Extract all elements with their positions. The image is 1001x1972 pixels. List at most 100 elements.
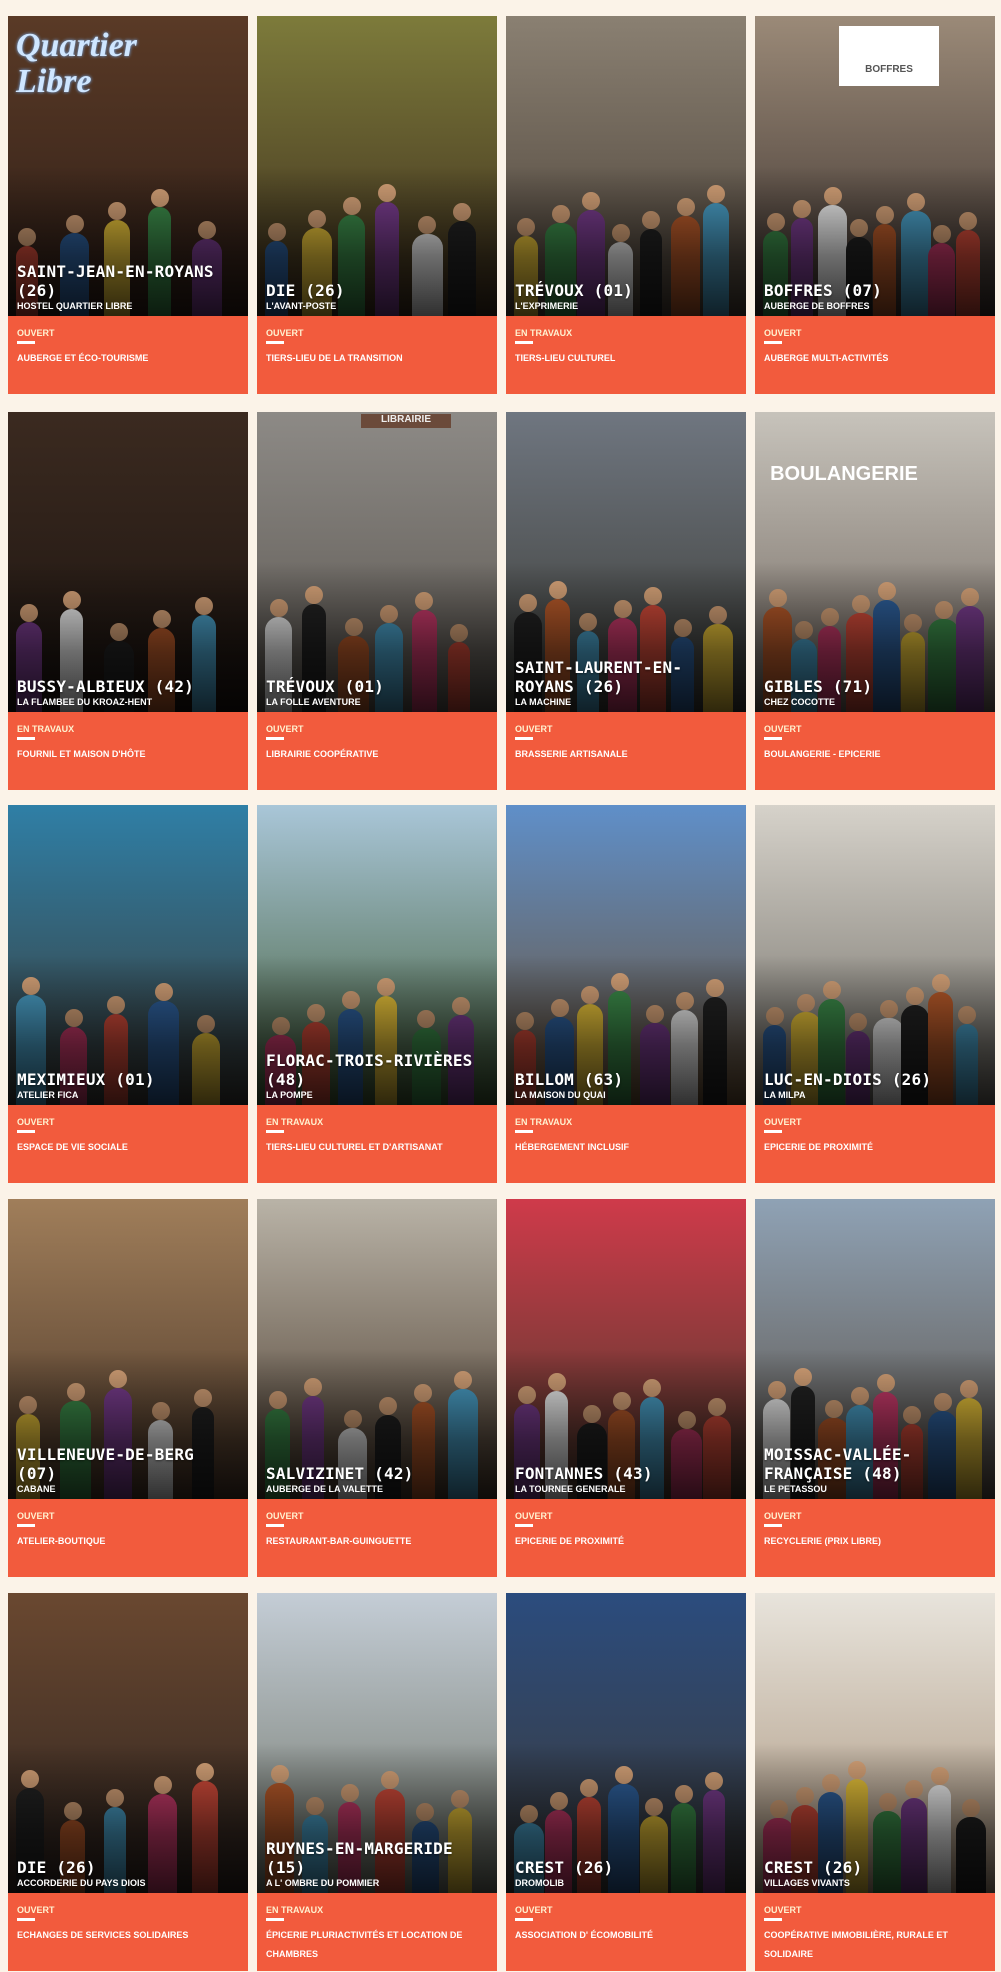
venue-name: LA TOURNEE GENERALE (515, 1484, 626, 1494)
category-label: ASSOCIATION D' ÉCOMOBILITÉ (515, 1930, 653, 1940)
place-name: RUYNES-EN-MARGERIDE (15) (266, 1839, 453, 1877)
status-underline (764, 1524, 782, 1527)
venue-name: CABANE (17, 1484, 56, 1494)
venue-name: LA MACHINE (515, 697, 572, 707)
status-underline (17, 737, 35, 740)
category-label: ÉPICERIE PLURIACTIVITÉS ET LOCATION DE C… (266, 1930, 463, 1959)
venue-name: AUBERGE DE BOFFRES (764, 301, 870, 311)
place-card[interactable]: CREST (26) DROMOLIB OUVERT ASSOCIATION D' É… (506, 1593, 746, 1971)
info-band: OUVERT COOPÉRATIVE IMMOBILIÈRE, RURALE ET… (755, 1893, 995, 1971)
info-band: EN TRAVAUX ÉPICERIE PLURIACTIVITÉS ET LOC… (257, 1893, 497, 1971)
venue-name: VILLAGES VIVANTS (764, 1878, 850, 1888)
status-underline (266, 737, 284, 740)
place-name: DIE (26) (266, 281, 345, 300)
venue-name: LE PETASSOU (764, 1484, 827, 1494)
venue-name: A L' OMBRE DU POMMIER (266, 1878, 380, 1888)
status-label: OUVERT (515, 724, 553, 734)
category-label: AUBERGE ET ÉCO-TOURISME (17, 353, 149, 363)
info-band: OUVERT ATELIER-BOUTIQUE (8, 1499, 248, 1577)
status-label: OUVERT (515, 1511, 553, 1521)
venue-name: LA MILPA (764, 1090, 806, 1100)
place-card[interactable]: TRÉVOUX (01) L'EXPRIMERIE EN TRAVAUX TIERS-… (506, 16, 746, 394)
status-underline (266, 341, 284, 344)
place-card[interactable]: MEXIMIEUX (01) ATELIER FICA OUVERT ESPACE D… (8, 805, 248, 1183)
place-name: LUC-EN-DIOIS (26) (764, 1070, 932, 1089)
category-label: AUBERGE MULTI-ACTIVITÉS (764, 353, 889, 363)
place-card[interactable]: Quartier Libre SAINT-JEAN-EN-ROYANS (26) H… (8, 16, 248, 394)
status-label: EN TRAVAUX (266, 1905, 324, 1915)
venue-name: ACCORDERIE DU PAYS DIOIS (17, 1878, 146, 1888)
status-underline (515, 341, 533, 344)
place-name: SALVIZINET (42) (266, 1464, 414, 1483)
category-label: RECYCLERIE (PRIX LIBRE) (764, 1536, 882, 1546)
place-card[interactable]: BILLOM (63) LA MAISON DU QUAI EN TRAVAUX HÉ… (506, 805, 746, 1183)
place-card[interactable]: DIE (26) ACCORDERIE DU PAYS DIOIS OUVERT EC… (8, 1593, 248, 1971)
place-photo: FONTANNES (43) LA TOURNEE GENERALE (506, 1199, 746, 1499)
place-card[interactable]: BOULANGERIE GIBLES (71) CHEZ COCOTTE OUVERT… (755, 412, 995, 790)
place-photo: SAINT-LAURENT-EN-ROYANS (26) LA MACHINE (506, 412, 746, 712)
place-name: CREST (26) (764, 1858, 863, 1877)
place-card[interactable]: SALVIZINET (42) AUBERGE DE LA VALETTE OUVE… (257, 1199, 497, 1577)
venue-name: LA POMPE (266, 1090, 313, 1100)
place-card[interactable]: CREST (26) VILLAGES VIVANTS OUVERT COOPÉRAT… (755, 1593, 995, 1971)
category-label: EPICERIE DE PROXIMITÉ (764, 1142, 874, 1152)
place-card[interactable]: RUYNES-EN-MARGERIDE (15) A L' OMBRE DU PO… (257, 1593, 497, 1971)
place-card[interactable]: MOISSAC-VALLÉE-FRANÇAISE (48) LE PETASSOU… (755, 1199, 995, 1577)
venue-name: L'AVANT-POSTE (266, 301, 337, 311)
place-card[interactable]: LIBRAIRIE TRÉVOUX (01) LA FOLLE AVENTURE OU… (257, 412, 497, 790)
status-underline (515, 737, 533, 740)
place-card[interactable]: BOFFRES BOFFRES (07) AUBERGE DE BOFFRES OUV… (755, 16, 995, 394)
status-underline (515, 1918, 533, 1921)
place-photo: BOFFRES BOFFRES (07) AUBERGE DE BOFFRES (755, 16, 995, 316)
venue-name: HOSTEL QUARTIER LIBRE (17, 301, 133, 311)
info-band: OUVERT BOULANGERIE - EPICERIE (755, 712, 995, 790)
place-card[interactable]: FLORAC-TROIS-RIVIÈRES (48) LA POMPE EN TRA… (257, 805, 497, 1183)
status-underline (515, 1130, 533, 1133)
category-label: ATELIER-BOUTIQUE (17, 1536, 106, 1546)
place-card[interactable]: FONTANNES (43) LA TOURNEE GENERALE OUVERT E… (506, 1199, 746, 1577)
place-photo: TRÉVOUX (01) L'EXPRIMERIE (506, 16, 746, 316)
venue-name: DROMOLIB (515, 1878, 564, 1888)
category-label: COOPÉRATIVE IMMOBILIÈRE, RURALE ET SOLID… (764, 1930, 948, 1959)
place-card[interactable]: LUC-EN-DIOIS (26) LA MILPA OUVERT EPICERIE … (755, 805, 995, 1183)
status-label: OUVERT (266, 328, 304, 338)
place-name: MEXIMIEUX (01) (17, 1070, 155, 1089)
venue-name: AUBERGE DE LA VALETTE (266, 1484, 384, 1494)
status-underline (764, 737, 782, 740)
status-label: EN TRAVAUX (515, 1117, 573, 1127)
place-name: VILLENEUVE-DE-BERG (07) (17, 1445, 194, 1483)
category-label: EPICERIE DE PROXIMITÉ (515, 1536, 625, 1546)
info-band: OUVERT AUBERGE MULTI-ACTIVITÉS (755, 316, 995, 394)
place-photo: CREST (26) DROMOLIB (506, 1593, 746, 1893)
place-name: TRÉVOUX (01) (266, 677, 384, 696)
place-card[interactable]: VILLENEUVE-DE-BERG (07) CABANE OUVERT ATELI… (8, 1199, 248, 1577)
venue-name: L'EXPRIMERIE (515, 301, 579, 311)
status-label: EN TRAVAUX (266, 1117, 324, 1127)
place-name: DIE (26) (17, 1858, 96, 1877)
info-band: OUVERT RESTAURANT-BAR-GUINGUETTE (257, 1499, 497, 1577)
place-photo: DIE (26) ACCORDERIE DU PAYS DIOIS (8, 1593, 248, 1893)
venue-name: ATELIER FICA (17, 1090, 79, 1100)
info-band: EN TRAVAUX HÉBERGEMENT INCLUSIF (506, 1105, 746, 1183)
status-underline (266, 1130, 284, 1133)
status-underline (764, 1918, 782, 1921)
status-label: OUVERT (764, 1117, 802, 1127)
info-band: OUVERT RECYCLERIE (PRIX LIBRE) (755, 1499, 995, 1577)
status-label: OUVERT (764, 724, 802, 734)
status-label: OUVERT (764, 1905, 802, 1915)
place-card[interactable]: SAINT-LAURENT-EN-ROYANS (26) LA MACHINE OU… (506, 412, 746, 790)
info-band: OUVERT LIBRAIRIE COOPÉRATIVE (257, 712, 497, 790)
category-label: ESPACE DE VIE SOCIALE (17, 1142, 128, 1152)
category-label: TIERS-LIEU CULTUREL ET D'ARTISANAT (266, 1142, 443, 1152)
category-label: FOURNIL ET MAISON D'HÔTE (17, 749, 146, 759)
category-label: RESTAURANT-BAR-GUINGUETTE (266, 1536, 412, 1546)
place-photo: RUYNES-EN-MARGERIDE (15) A L' OMBRE DU PO… (257, 1593, 497, 1893)
place-photo: MEXIMIEUX (01) ATELIER FICA (8, 805, 248, 1105)
place-card[interactable]: BUSSY-ALBIEUX (42) LA FLAMBEE DU KROAZ-HE… (8, 412, 248, 790)
info-band: EN TRAVAUX TIERS-LIEU CULTUREL ET D'ARTIS… (257, 1105, 497, 1183)
status-underline (515, 1524, 533, 1527)
place-photo: CREST (26) VILLAGES VIVANTS (755, 1593, 995, 1893)
place-card[interactable]: DIE (26) L'AVANT-POSTE OUVERT TIERS-LIEU DE… (257, 16, 497, 394)
place-name: GIBLES (71) (764, 677, 873, 696)
info-band: OUVERT ECHANGES DE SERVICES SOLIDAIRES (8, 1893, 248, 1971)
